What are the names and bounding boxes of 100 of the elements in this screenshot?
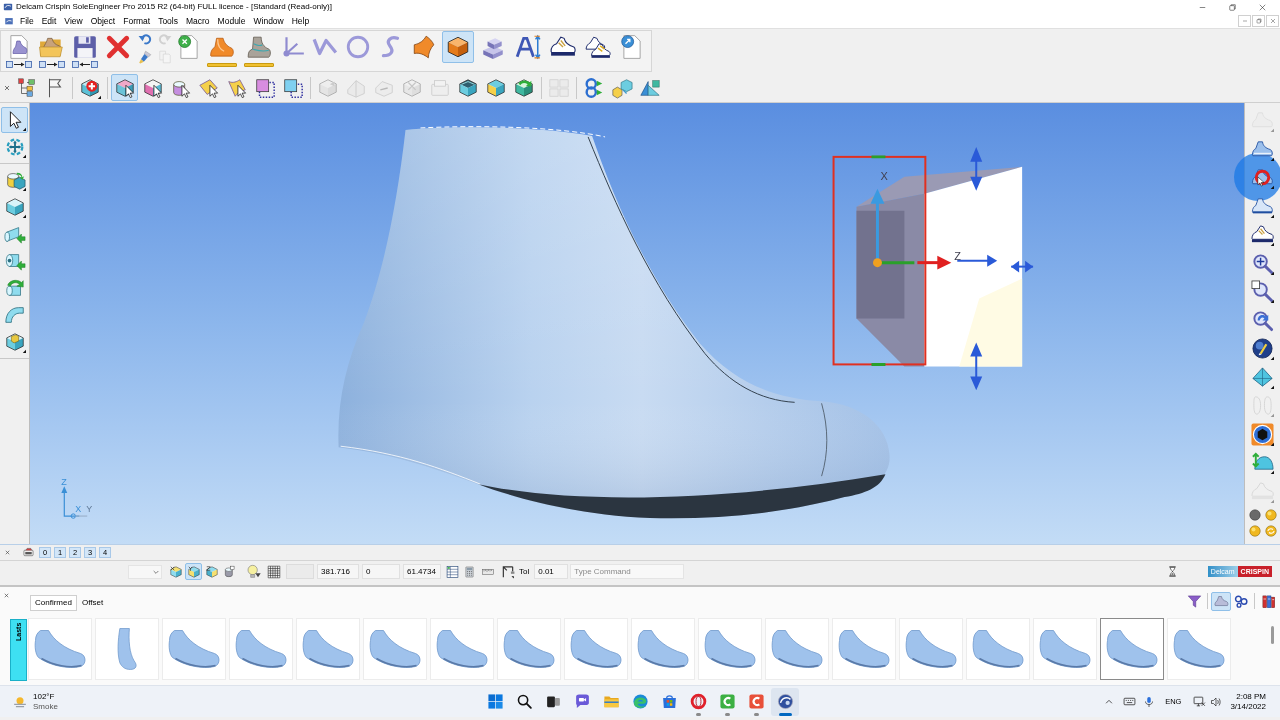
circle-icon bbox=[1248, 525, 1261, 537]
calculator-button[interactable] bbox=[463, 563, 476, 580]
sphere-pencil-icon bbox=[1251, 337, 1274, 360]
box-arrow-icon bbox=[512, 76, 535, 99]
windows-logo-icon bbox=[486, 693, 504, 710]
shoe-last-icon bbox=[1106, 629, 1158, 669]
indicator-bar bbox=[244, 63, 274, 67]
circle-icon bbox=[1248, 509, 1261, 521]
gizmo-axis-label: X bbox=[880, 169, 888, 182]
tolerance-field[interactable]: 0.01 bbox=[534, 564, 569, 579]
menu-item[interactable]: File bbox=[16, 16, 38, 26]
arc-tile-icon bbox=[747, 693, 765, 710]
view-settings-button[interactable] bbox=[21, 546, 35, 559]
grid-icon bbox=[267, 564, 281, 579]
cube-plane-icon bbox=[204, 564, 219, 579]
dotted-square-icon bbox=[281, 76, 304, 99]
table-icon bbox=[446, 564, 459, 579]
panel-tab[interactable]: Offset bbox=[76, 595, 109, 611]
shoe-last-icon bbox=[34, 629, 86, 669]
chat-bubble-icon bbox=[573, 693, 591, 710]
shade-button[interactable] bbox=[1247, 524, 1262, 538]
light-button[interactable] bbox=[245, 563, 263, 580]
shoe-last-icon bbox=[838, 629, 890, 669]
window-title: Delcam Crispin SoleEngineer Pro 2015 R2 (64-bit) FULL licence - [Standard (Read-only)] bbox=[16, 3, 332, 11]
grid-button[interactable] bbox=[266, 563, 282, 580]
last-thumbnail[interactable] bbox=[1100, 618, 1164, 680]
undo-button[interactable] bbox=[136, 31, 153, 47]
axis-label: Z bbox=[61, 477, 67, 488]
select-tool-button[interactable] bbox=[1, 107, 28, 133]
menu-item[interactable]: Object bbox=[86, 16, 120, 26]
close-icon bbox=[1268, 17, 1277, 25]
table-button[interactable] bbox=[445, 563, 460, 580]
bulb-icon bbox=[246, 563, 262, 580]
camera-button[interactable] bbox=[1248, 420, 1277, 448]
coordinate-field[interactable]: 61.4734 bbox=[403, 564, 441, 579]
view-plane-button[interactable] bbox=[203, 563, 220, 580]
cube-icon bbox=[400, 76, 423, 99]
weather-temperature: 102°F bbox=[33, 692, 56, 701]
view-plane-button[interactable] bbox=[167, 563, 184, 580]
solid-button[interactable] bbox=[442, 31, 474, 63]
menu-item[interactable]: Edit bbox=[37, 16, 61, 26]
blocks-icon bbox=[610, 76, 633, 99]
shoe-last-icon bbox=[369, 629, 421, 669]
shoe-last-icon bbox=[302, 629, 354, 669]
menu-item[interactable]: View bbox=[60, 16, 87, 26]
linked-circles-icon bbox=[1233, 593, 1249, 609]
revolve-icon bbox=[3, 277, 26, 299]
shade-button[interactable] bbox=[1263, 508, 1278, 522]
box-icon bbox=[484, 76, 507, 99]
coordinate-field[interactable]: 381.716 bbox=[317, 564, 359, 579]
tree-icon bbox=[15, 76, 38, 99]
running-indicator bbox=[778, 712, 792, 716]
x-mark-icon bbox=[105, 34, 131, 60]
shoe-icon bbox=[1213, 593, 1229, 609]
panel-tab[interactable]: Confirmed bbox=[30, 595, 77, 611]
shade-button[interactable] bbox=[1263, 524, 1278, 538]
weather-condition: Smoke bbox=[33, 702, 58, 711]
keyboard-icon bbox=[1123, 695, 1137, 708]
store-bag-icon bbox=[660, 693, 678, 710]
swirl-circle-icon bbox=[1264, 525, 1277, 537]
shoe-pair-icon bbox=[585, 34, 611, 60]
shoe-last-icon bbox=[570, 629, 622, 669]
app-button[interactable] bbox=[771, 687, 799, 716]
undo-arrow-icon bbox=[137, 32, 152, 46]
weather-sun-icon bbox=[13, 694, 27, 709]
microphone-icon bbox=[1143, 695, 1156, 708]
command-field[interactable]: Type Command bbox=[570, 564, 685, 579]
shade-button[interactable] bbox=[1247, 508, 1262, 522]
shoe-last-icon bbox=[704, 629, 756, 669]
menu-item[interactable]: Macro bbox=[182, 16, 214, 26]
swirl-logo-icon bbox=[631, 693, 649, 710]
shoe-pair-icon bbox=[1251, 394, 1274, 417]
zoom-back-icon bbox=[1251, 308, 1274, 332]
close-document-button[interactable] bbox=[1266, 15, 1279, 27]
brush-button[interactable] bbox=[136, 49, 153, 65]
menu-item[interactable]: Format bbox=[119, 16, 155, 26]
menu-item[interactable]: Help bbox=[287, 16, 314, 26]
clock-button[interactable]: 2:08 PM 3/14/2022 bbox=[1230, 692, 1266, 711]
menu-item[interactable]: Tools bbox=[154, 16, 182, 26]
view-plane-button[interactable] bbox=[185, 563, 202, 580]
crane-button[interactable] bbox=[500, 563, 516, 580]
surface-pointer-icon bbox=[197, 76, 220, 99]
coordinate-field[interactable]: 0 bbox=[362, 564, 400, 579]
restore-document-button[interactable] bbox=[1252, 15, 1265, 27]
shoe-icon bbox=[1251, 109, 1274, 132]
zoom-window-button[interactable] bbox=[1248, 278, 1277, 305]
cube-icon bbox=[445, 34, 471, 60]
funnel-icon bbox=[1186, 593, 1202, 609]
tolerance-label: Tol bbox=[519, 567, 530, 576]
books-icon bbox=[1260, 593, 1276, 609]
select-button[interactable] bbox=[111, 74, 138, 101]
hourglass-icon bbox=[1166, 565, 1178, 578]
menu-item[interactable]: Window bbox=[249, 16, 288, 26]
scrollbar bbox=[1271, 626, 1274, 644]
cylinder-icon bbox=[222, 564, 237, 579]
cube-plane-icon bbox=[168, 564, 183, 579]
restore-icon bbox=[1226, 1, 1238, 13]
minimize-icon bbox=[1240, 17, 1249, 25]
close-icon bbox=[2, 591, 10, 599]
menu-item[interactable]: Module bbox=[213, 16, 250, 26]
